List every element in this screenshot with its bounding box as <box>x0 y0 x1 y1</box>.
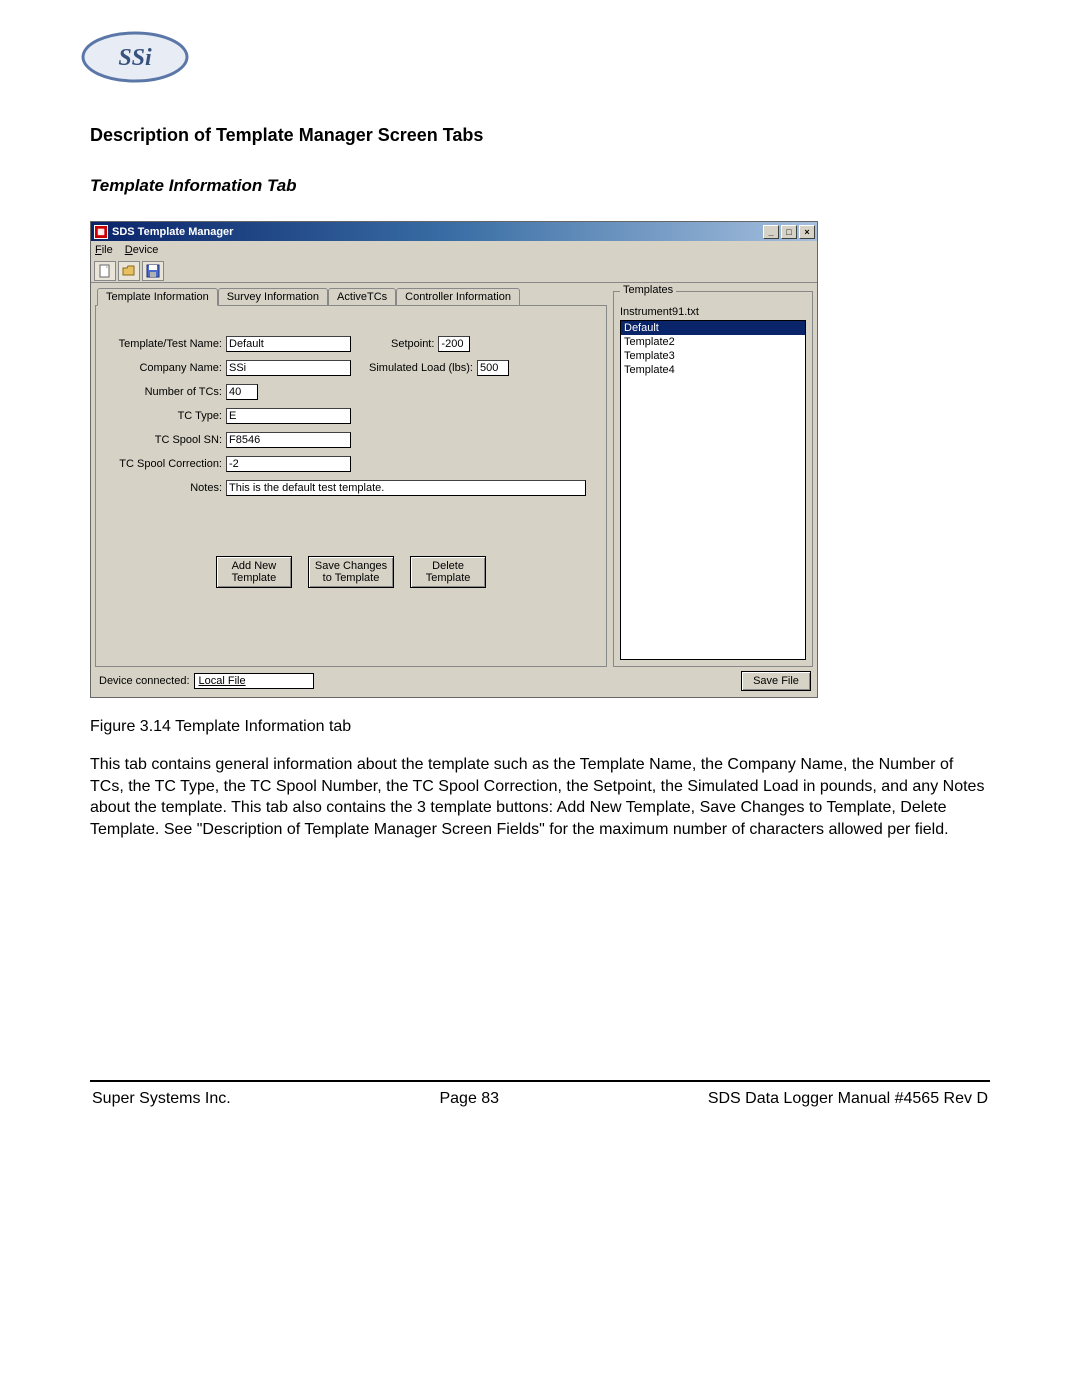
toolbar-open-icon[interactable] <box>118 261 140 281</box>
window-title: SDS Template Manager <box>112 226 233 238</box>
list-item[interactable]: Template3 <box>621 349 805 363</box>
menu-bar: File Device <box>91 241 817 259</box>
tab-survey-information[interactable]: Survey Information <box>218 288 328 305</box>
input-setpoint[interactable] <box>438 336 470 352</box>
button-add-new-template[interactable]: Add New Template <box>216 556 292 588</box>
list-item[interactable]: Template2 <box>621 335 805 349</box>
input-notes[interactable] <box>226 480 586 496</box>
templates-listbox[interactable]: DefaultTemplate2Template3Template4 <box>620 320 806 660</box>
tab-active-tcs[interactable]: ActiveTCs <box>328 288 396 305</box>
figure-caption: Figure 3.14 Template Information tab <box>90 718 990 736</box>
status-bar: Device connected: Local File <box>95 667 607 691</box>
templates-filename: Instrument91.txt <box>620 306 806 318</box>
tab-template-information[interactable]: Template Information <box>97 288 218 306</box>
device-connected-value[interactable]: Local File <box>194 673 314 689</box>
menu-file[interactable]: File <box>95 244 113 256</box>
tab-body: Template/Test Name: Setpoint: Company Na… <box>95 305 607 667</box>
input-simulated-load[interactable] <box>477 360 509 376</box>
label-tc-type: TC Type: <box>106 410 226 422</box>
footer-left: Super Systems Inc. <box>92 1090 231 1108</box>
svg-text:SSi: SSi <box>118 45 152 71</box>
label-tc-spool-sn: TC Spool SN: <box>106 434 226 446</box>
label-tc-spool-correction: TC Spool Correction: <box>106 458 226 470</box>
label-notes: Notes: <box>106 480 226 494</box>
label-device-connected: Device connected: <box>99 675 190 687</box>
input-tc-type[interactable] <box>226 408 351 424</box>
toolbar-new-icon[interactable] <box>94 261 116 281</box>
body-paragraph: This tab contains general information ab… <box>90 754 990 840</box>
button-save-file[interactable]: Save File <box>741 671 811 691</box>
minimize-button[interactable]: _ <box>763 225 779 239</box>
templates-group-title: Templates <box>620 284 676 296</box>
footer-rule <box>90 1080 990 1082</box>
label-setpoint: Setpoint: <box>391 338 438 350</box>
list-item[interactable]: Template4 <box>621 363 805 377</box>
footer-center: Page 83 <box>439 1090 499 1108</box>
list-item[interactable]: Default <box>621 321 805 335</box>
label-number-tcs: Number of TCs: <box>106 386 226 398</box>
page-footer: Super Systems Inc. Page 83 SDS Data Logg… <box>90 1090 990 1128</box>
input-number-tcs[interactable] <box>226 384 258 400</box>
button-save-changes[interactable]: Save Changes to Template <box>308 556 394 588</box>
label-simulated-load: Simulated Load (lbs): <box>369 362 477 374</box>
toolbar <box>91 259 817 283</box>
footer-right: SDS Data Logger Manual #4565 Rev D <box>708 1090 988 1108</box>
ssi-logo: SSi <box>80 30 990 85</box>
close-button[interactable]: × <box>799 225 815 239</box>
label-template-name: Template/Test Name: <box>106 338 226 350</box>
tab-strip: Template Information Survey Information … <box>97 285 607 305</box>
section-heading: Description of Template Manager Screen T… <box>90 125 990 146</box>
templates-group: Templates Instrument91.txt DefaultTempla… <box>613 291 813 667</box>
label-company-name: Company Name: <box>106 362 226 374</box>
subsection-heading: Template Information Tab <box>90 176 990 196</box>
button-delete-template[interactable]: Delete Template <box>410 556 486 588</box>
input-tc-spool-correction[interactable] <box>226 456 351 472</box>
toolbar-save-icon[interactable] <box>142 261 164 281</box>
app-window: ▦ SDS Template Manager _ □ × File Device <box>90 221 818 698</box>
tab-controller-information[interactable]: Controller Information <box>396 288 520 305</box>
menu-device[interactable]: Device <box>125 244 159 256</box>
title-bar: ▦ SDS Template Manager _ □ × <box>91 222 817 241</box>
input-tc-spool-sn[interactable] <box>226 432 351 448</box>
input-template-name[interactable] <box>226 336 351 352</box>
app-icon: ▦ <box>94 225 108 239</box>
maximize-button[interactable]: □ <box>781 225 797 239</box>
input-company-name[interactable] <box>226 360 351 376</box>
